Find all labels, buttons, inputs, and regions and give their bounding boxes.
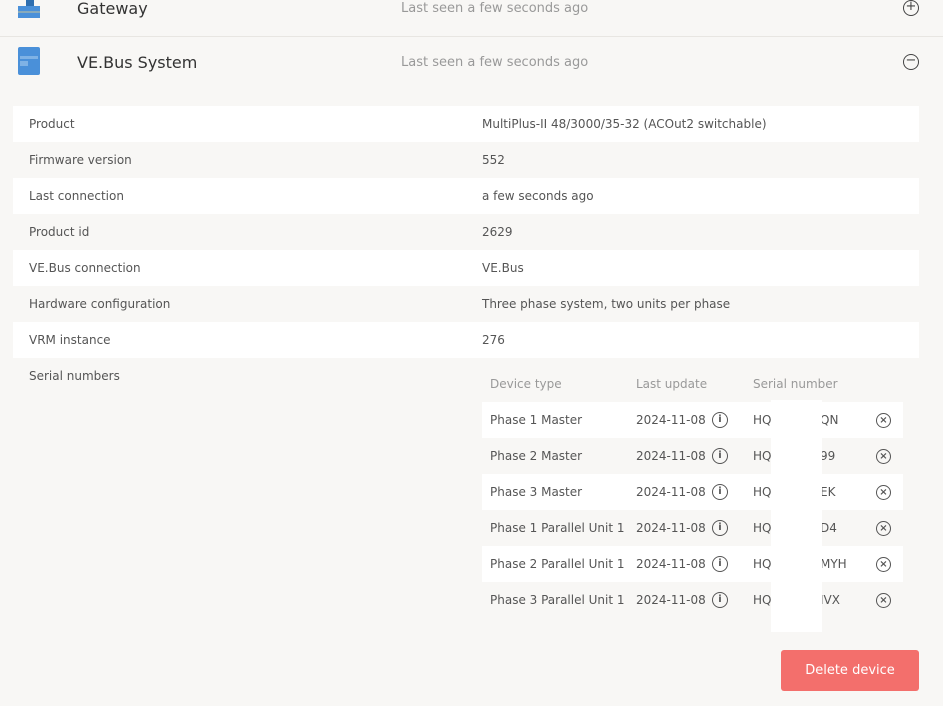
info-icon[interactable]: i [712, 556, 728, 572]
detail-row: Product id 2629 [13, 214, 919, 250]
serial-row: Phase 2 Master 2024-11-08 i HQ 99 × [482, 438, 903, 474]
serial-row: Phase 3 Parallel Unit 1 2024-11-08 i HQ IVX × [482, 582, 903, 618]
detail-row: VRM instance 276 [13, 322, 919, 358]
detail-value: 276 [482, 333, 505, 347]
serial-prefix: HQ [753, 449, 772, 463]
detail-row: Firmware version 552 [13, 142, 919, 178]
serial-row: Phase 2 Parallel Unit 1 2024-11-08 i HQ MYH × [482, 546, 903, 582]
last-update: 2024-11-08 [636, 413, 706, 427]
detail-value: a few seconds ago [482, 189, 594, 203]
serial-suffix: QN [820, 413, 839, 427]
detail-value: MultiPlus-II 48/3000/35-32 (ACOut2 switc… [482, 117, 767, 131]
last-seen: Last seen a few seconds ago [401, 0, 589, 16]
serial-suffix: EK [820, 485, 836, 499]
remove-icon[interactable]: × [876, 556, 891, 572]
last-update: 2024-11-08 [636, 485, 706, 499]
info-icon[interactable]: i [712, 592, 728, 608]
detail-row: Product MultiPlus-II 48/3000/35-32 (ACOut… [13, 106, 919, 142]
device-name: Gateway [77, 0, 148, 18]
remove-icon[interactable]: × [876, 592, 891, 608]
last-update: 2024-11-08 [636, 593, 706, 607]
col-serial-number: Serial number [753, 377, 838, 391]
serial-prefix: HQ [753, 413, 772, 427]
detail-label: Product [29, 117, 75, 131]
collapse-icon[interactable]: − [903, 54, 919, 70]
info-icon[interactable]: i [712, 412, 728, 428]
expand-icon[interactable]: + [903, 0, 919, 16]
detail-value: VE.Bus [482, 261, 524, 275]
detail-value: 2629 [482, 225, 513, 239]
delete-device-button[interactable]: Delete device [781, 650, 919, 691]
device-type: Phase 3 Master [490, 485, 583, 499]
last-update: 2024-11-08 [636, 557, 706, 571]
serial-suffix: 99 [820, 449, 836, 463]
device-type: Phase 2 Master [490, 449, 583, 463]
remove-icon[interactable]: × [876, 448, 891, 464]
last-update: 2024-11-08 [636, 449, 706, 463]
device-vebus-system[interactable]: VE.Bus System Last seen a few seconds ag… [0, 32, 943, 92]
serials-header: Device type Last update Serial number [482, 366, 903, 402]
device-name: VE.Bus System [77, 52, 198, 72]
serial-suffix: D4 [820, 521, 837, 535]
col-last-update: Last update [636, 377, 708, 391]
detail-label: Last connection [29, 189, 124, 203]
detail-row: Hardware configuration Three phase system… [13, 286, 919, 322]
col-device-type: Device type [490, 377, 562, 391]
serial-suffix: IVX [820, 593, 840, 607]
detail-label: Hardware configuration [29, 297, 171, 311]
serial-prefix: HQ [753, 521, 772, 535]
detail-label: VE.Bus connection [29, 261, 141, 275]
redaction-box [771, 400, 822, 632]
remove-icon[interactable]: × [876, 412, 891, 428]
serial-row: Phase 1 Master 2024-11-08 i HQ QN × [482, 402, 903, 438]
info-icon[interactable]: i [712, 520, 728, 536]
serial-suffix: MYH [820, 557, 847, 571]
remove-icon[interactable]: × [876, 484, 891, 500]
info-icon[interactable]: i [712, 448, 728, 464]
detail-label: Firmware version [29, 153, 132, 167]
detail-value: Three phase system, two units per phase [482, 297, 731, 311]
detail-label: VRM instance [29, 333, 111, 347]
detail-value: 552 [482, 153, 505, 167]
device-type: Phase 1 Parallel Unit 1 [490, 521, 625, 535]
serial-prefix: HQ [753, 557, 772, 571]
serial-row: Phase 3 Master 2024-11-08 i HQ EK × [482, 474, 903, 510]
remove-icon[interactable]: × [876, 520, 891, 536]
info-icon[interactable]: i [712, 484, 728, 500]
multiplus-icon [18, 47, 40, 75]
serial-prefix: HQ [753, 593, 772, 607]
detail-row: VE.Bus connection VE.Bus [13, 250, 919, 286]
detail-row: Last connection a few seconds ago [13, 178, 919, 214]
serial-prefix: HQ [753, 485, 772, 499]
device-type: Phase 2 Parallel Unit 1 [490, 557, 625, 571]
detail-label: Serial numbers [29, 369, 120, 383]
device-type: Phase 1 Master [490, 413, 583, 427]
serial-row: Phase 1 Parallel Unit 1 2024-11-08 i HQ D4 × [482, 510, 903, 546]
last-update: 2024-11-08 [636, 521, 706, 535]
gateway-icon [18, 0, 40, 18]
detail-label: Product id [29, 225, 90, 239]
last-seen: Last seen a few seconds ago [401, 54, 589, 70]
device-type: Phase 3 Parallel Unit 1 [490, 593, 625, 607]
